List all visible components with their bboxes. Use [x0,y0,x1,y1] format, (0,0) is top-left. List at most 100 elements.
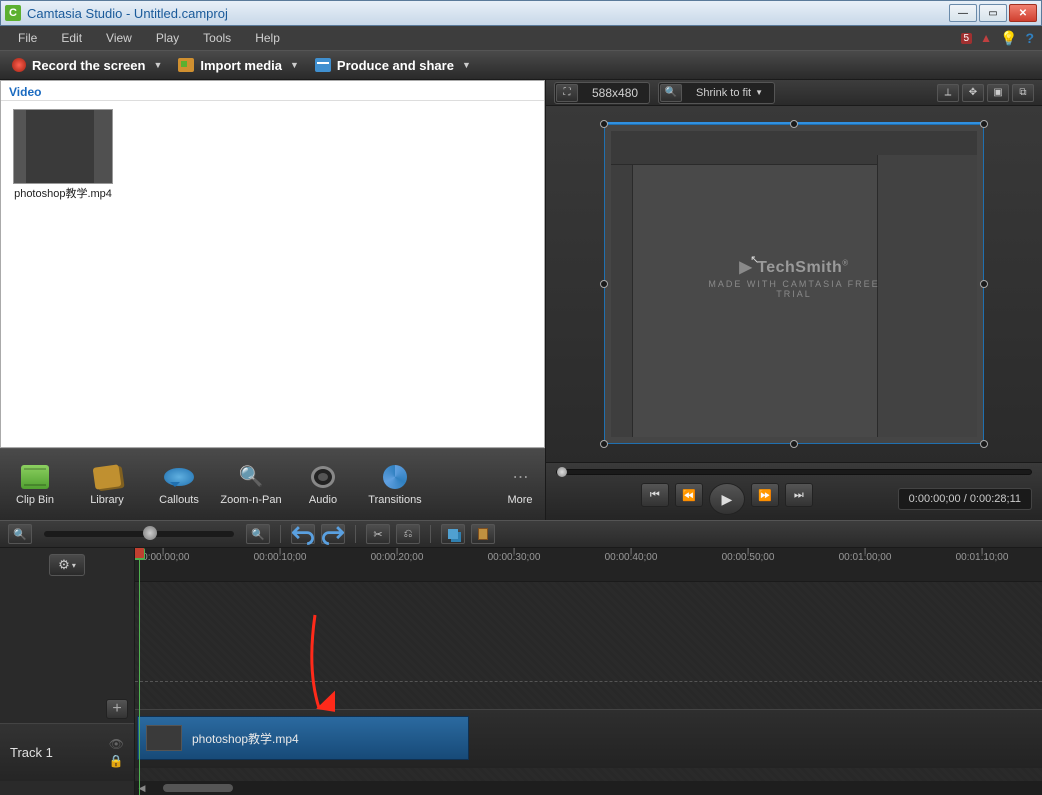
close-button[interactable]: ✕ [1009,4,1037,22]
clip-bin-header-label: Video [9,85,41,99]
prev-clip-button[interactable]: ⏮ [641,483,669,507]
detach-button[interactable]: ⧉ [1012,84,1034,102]
import-media-button[interactable]: Import media ▼ [178,58,299,73]
zoom-slider[interactable] [44,531,234,537]
cut-button[interactable]: ✂ [366,524,390,544]
fullscreen-button[interactable]: ▣ [987,84,1009,102]
playback-area: ⏮ ⏪ ▶ ⏩ ⏭ 0:00:00;00 / 0:00:28;11 [546,462,1042,520]
resize-handle[interactable] [980,440,988,448]
help-icon[interactable]: ? [1025,30,1034,46]
clip-bin-panel: Video photoshop教学.mp4 [0,80,545,448]
play-button[interactable]: ▶ [709,483,745,515]
playhead-flag[interactable] [135,548,144,558]
chevron-down-icon: ▼ [290,60,299,70]
menu-file[interactable]: File [8,28,47,48]
redo-button[interactable] [321,524,345,544]
produce-share-button[interactable]: Produce and share ▼ [315,58,471,73]
timeline-ruler[interactable]: 00:00:00;00 00:00:10;00 00:00:20;00 00:0… [135,548,1042,582]
tab-callouts[interactable]: Callouts [144,453,214,516]
track-controls[interactable]: 👁 🔒 [109,737,124,768]
zoom-out-button[interactable]: 🔍 [8,524,32,544]
record-icon [12,58,26,72]
menu-play[interactable]: Play [146,28,189,48]
notification-count[interactable]: 5 [961,33,973,44]
tab-zoom-n-pan[interactable]: 🔍 Zoom-n-Pan [216,453,286,516]
resize-handle[interactable] [600,280,608,288]
resize-handle[interactable] [790,120,798,128]
clip-item[interactable]: photoshop教学.mp4 [9,109,117,201]
pan-button[interactable]: ✥ [962,84,984,102]
clip-bin-header: Video [1,81,544,101]
magnifier-icon: 🔍 [236,464,266,490]
preview-canvas[interactable]: ↖ ▶ TechSmith® MADE WITH CAMTASIA FREE T… [546,106,1042,462]
ruler-tick: 00:00:20;00 [371,552,424,563]
seek-head[interactable] [557,467,567,477]
record-screen-button[interactable]: Record the screen ▼ [12,58,162,73]
callout-icon [164,468,194,486]
resize-handle[interactable] [600,120,608,128]
timeline-scrollbar[interactable]: ◀ [135,781,1042,795]
titlebar: C Camtasia Studio - Untitled.camproj — ▭… [0,0,1042,26]
watermark-brand: TechSmith [757,259,842,276]
fit-dropdown[interactable]: Shrink to fit ▼ [686,87,773,99]
menu-view[interactable]: View [96,28,142,48]
tab-label: Transitions [368,494,421,506]
lock-icon[interactable]: 🔒 [109,754,124,768]
minimize-button[interactable]: — [949,4,977,22]
track-lane[interactable]: photoshop教学.mp4 [135,710,1042,768]
app-icon: C [5,5,21,21]
tab-audio[interactable]: Audio [288,453,358,516]
resize-handle[interactable] [790,440,798,448]
add-track-button[interactable]: + [106,699,128,719]
clipbin-icon [21,465,49,489]
paste-icon [478,528,488,540]
next-clip-button[interactable]: ⏭ [785,483,813,507]
clip-mini-thumb [146,725,182,751]
timeline-tracks[interactable]: 00:00:00;00 00:00:10;00 00:00:20;00 00:0… [135,548,1042,795]
slider-knob[interactable] [143,526,157,540]
tab-more[interactable]: ⋯ More [495,453,545,516]
undo-button[interactable] [291,524,315,544]
paste-button[interactable] [471,524,495,544]
maximize-button[interactable]: ▭ [979,4,1007,22]
watermark: ▶ TechSmith® MADE WITH CAMTASIA FREE TRI… [703,257,886,299]
editing-dimensions-button[interactable]: ⛶ [556,84,578,102]
zoom-button[interactable]: 🔍 [660,84,682,102]
timeline-settings-button[interactable]: ⚙▾ [49,554,85,576]
menu-help[interactable]: Help [245,28,290,48]
step-forward-button[interactable]: ⏩ [751,483,779,507]
menu-edit[interactable]: Edit [51,28,92,48]
resize-handle[interactable] [980,120,988,128]
tab-transitions[interactable]: Transitions [360,453,430,516]
track-gap[interactable] [135,682,1042,710]
tab-label: Callouts [159,494,199,506]
clip-bin-body[interactable]: photoshop教学.mp4 [1,101,544,447]
timeline-clip[interactable]: photoshop教学.mp4 [137,716,469,760]
crop-button[interactable]: ⟂ [937,84,959,102]
import-label: Import media [200,58,282,73]
track-header[interactable]: Track 1 👁 🔒 [0,723,134,781]
clip-name: photoshop教学.mp4 [192,730,299,747]
canvas-frame[interactable]: ↖ ▶ TechSmith® MADE WITH CAMTASIA FREE T… [604,124,984,444]
split-button[interactable]: ⎌ [396,524,420,544]
zoom-in-button[interactable]: 🔍 [246,524,270,544]
scroll-left-button[interactable]: ◀ [135,781,149,795]
produce-label: Produce and share [337,58,454,73]
step-back-button[interactable]: ⏪ [675,483,703,507]
scroll-thumb[interactable] [163,784,233,792]
eye-icon[interactable]: 👁 [109,737,124,751]
resize-handle[interactable] [600,440,608,448]
menu-tools[interactable]: Tools [193,28,241,48]
speaker-icon [311,466,335,488]
tab-clip-bin[interactable]: Clip Bin [0,453,70,516]
library-icon [93,464,122,489]
resize-handle[interactable] [980,280,988,288]
ruler-tick: 00:00:50;00 [722,552,775,563]
seek-bar[interactable] [556,469,1032,475]
bell-icon[interactable]: ▲ [980,31,992,45]
playhead[interactable] [139,548,140,795]
copy-button[interactable] [441,524,465,544]
lightbulb-icon[interactable]: 💡 [1000,30,1017,47]
tab-library[interactable]: Library [72,453,142,516]
empty-lane[interactable] [135,582,1042,682]
